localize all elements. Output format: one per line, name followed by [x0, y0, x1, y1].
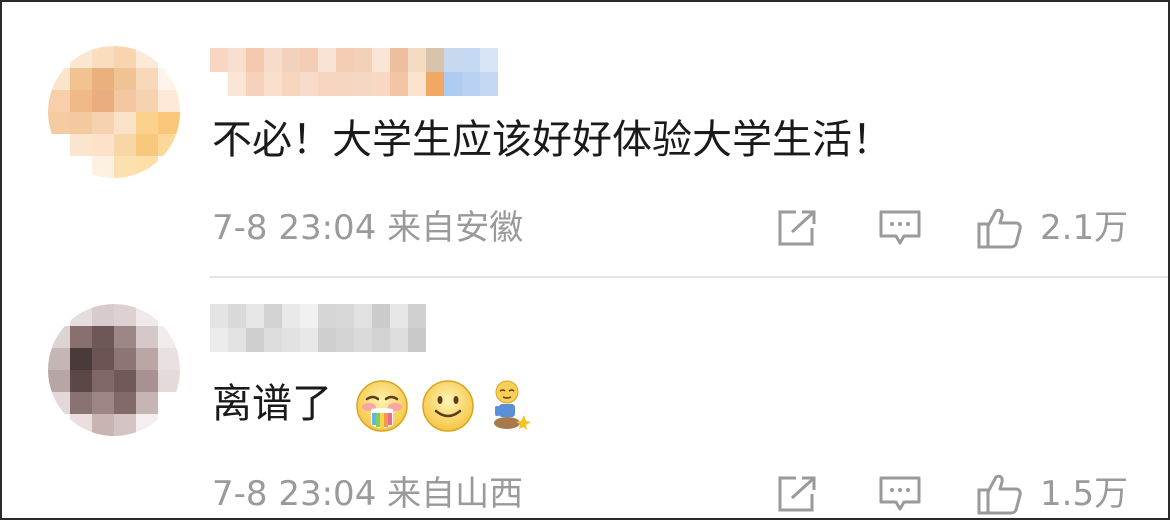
thumbs-up-icon — [977, 474, 1022, 515]
timestamp-location: 7-8 23:04 来自安徽 — [212, 208, 524, 248]
avatar-mosaic — [48, 304, 180, 436]
share-icon — [778, 476, 816, 512]
comment-meta: 7-8 23:04 来自山西 1.5万 — [212, 474, 1130, 515]
timestamp-location: 7-8 23:04 来自山西 — [212, 474, 524, 514]
comment-icon — [879, 210, 921, 245]
vomit-rainbow-emoji-icon — [355, 380, 408, 432]
thumbs-up-icon — [977, 208, 1022, 249]
smile-emoji-icon — [421, 380, 474, 432]
kneeling-figure-emoji-icon — [493, 380, 531, 430]
comment-text: 不必！大学生应该好好体验大学生活！ — [212, 117, 892, 163]
comment-button[interactable] — [878, 474, 922, 514]
emoji-row — [355, 379, 545, 433]
avatar[interactable] — [48, 46, 180, 178]
comment-item: 不必！大学生应该好好体验大学生活！ 7-8 23:04 来自安徽 2.1万 — [2, 2, 1168, 278]
comment-meta: 7-8 23:04 来自安徽 2.1万 — [212, 208, 1130, 249]
share-button[interactable] — [776, 208, 820, 248]
share-button[interactable] — [776, 474, 820, 514]
like-count: 1.5万 — [1040, 474, 1129, 514]
comment-list: 不必！大学生应该好好体验大学生活！ 7-8 23:04 来自安徽 2.1万 离谱… — [0, 0, 1170, 520]
comment-button[interactable] — [878, 208, 922, 248]
username-pixelated[interactable] — [210, 304, 426, 352]
comment-icon — [879, 476, 921, 511]
username-pixelated[interactable] — [210, 48, 498, 96]
like-count: 2.1万 — [1040, 208, 1129, 248]
like-button[interactable]: 2.1万 — [976, 208, 1129, 249]
comment-item: 离谱了 7-8 23:04 来自山西 1.5万 — [2, 278, 1168, 518]
comment-text-content: 离谱了 — [212, 381, 332, 427]
share-icon — [778, 210, 816, 246]
comment-text: 离谱了 — [212, 378, 545, 433]
like-button[interactable]: 1.5万 — [976, 474, 1129, 515]
avatar-mosaic — [48, 46, 180, 178]
avatar[interactable] — [48, 304, 180, 436]
